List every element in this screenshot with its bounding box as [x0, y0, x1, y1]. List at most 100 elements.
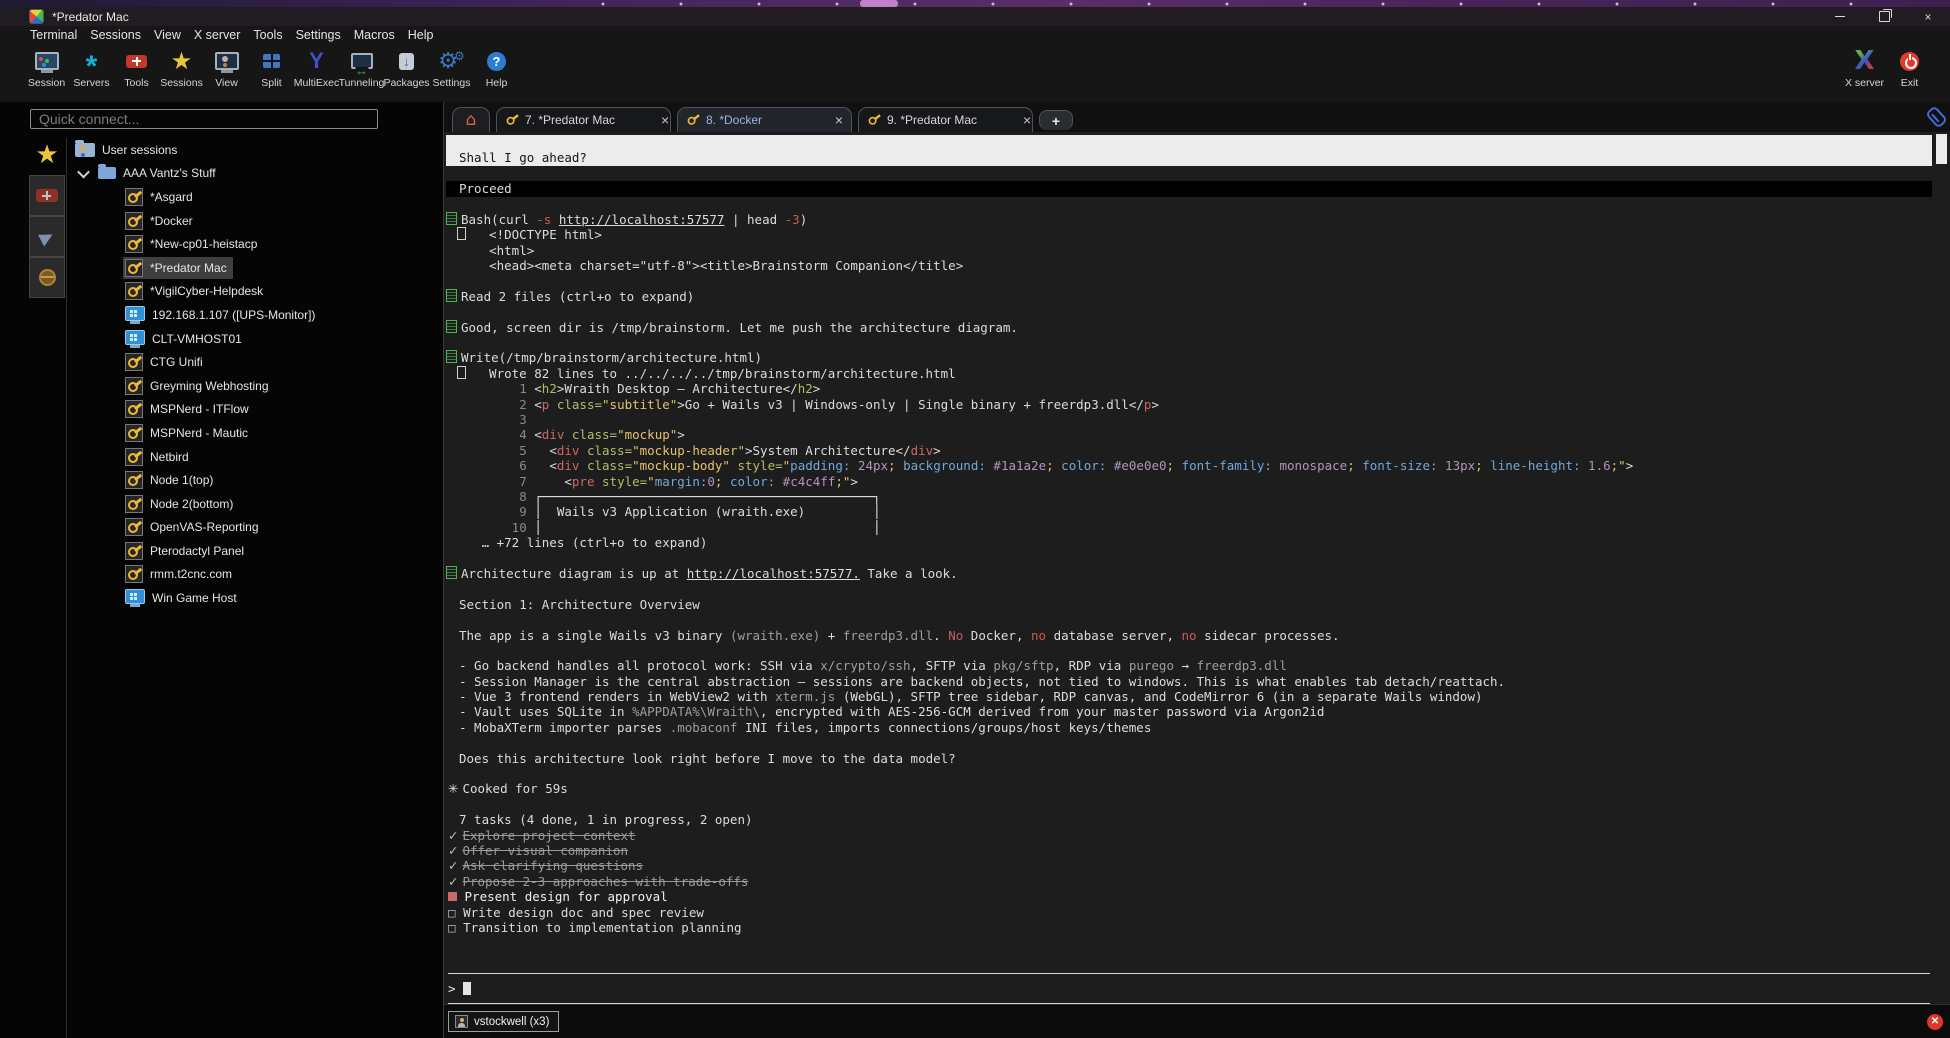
toolbar-button-multiexec[interactable]: YMultiExec: [294, 43, 339, 89]
toolbar-label: Exit: [1901, 77, 1919, 89]
toolbar-button-view[interactable]: View: [204, 43, 249, 89]
chevron-down-icon[interactable]: [77, 166, 90, 179]
rail-button-remote[interactable]: [29, 257, 65, 298]
tab-label: 9. *Predator Mac: [887, 113, 977, 127]
tree-item--docker[interactable]: *Docker: [69, 209, 441, 233]
tree-item-node-1-top-[interactable]: Node 1(top): [69, 468, 441, 492]
terminal-line: ✓ Ask clarifying questions: [446, 858, 1932, 873]
rail-button-favorites[interactable]: ★: [29, 134, 65, 175]
tree-item-win-game-host[interactable]: Win Game Host: [69, 586, 441, 610]
tree-item-ctg-unifi[interactable]: CTG Unifi: [69, 350, 441, 374]
terminal-line: Does this architecture look right before…: [446, 751, 1932, 766]
tree-item--vigilcyber-helpdesk[interactable]: *VigilCyber-Helpdesk: [69, 280, 441, 304]
minimize-icon: [1835, 16, 1845, 18]
minimize-button[interactable]: [1818, 7, 1862, 26]
maximize-button[interactable]: [1862, 7, 1906, 26]
new-tab-button[interactable]: +: [1039, 110, 1073, 130]
toolbar-button-exit[interactable]: Exit: [1887, 43, 1932, 89]
menu-item-view[interactable]: View: [154, 28, 181, 42]
scrollbar-thumb[interactable]: [1936, 134, 1947, 164]
multiexec-icon: Y: [309, 48, 324, 74]
terminal-line: [446, 643, 1932, 658]
missing-glyph-box: [457, 227, 466, 240]
tree-item-greyming-webhosting[interactable]: Greyming Webhosting: [69, 374, 441, 398]
tab-close-icon[interactable]: ×: [1023, 112, 1031, 128]
key-icon: [125, 259, 143, 277]
quick-connect-input[interactable]: [30, 109, 378, 129]
toolbar-label: Tools: [124, 77, 149, 89]
help-icon: ?: [487, 52, 506, 71]
terminal-line: 3: [446, 412, 1932, 427]
terminal-line: [446, 335, 1932, 350]
terminal-line: 9 │ Wails v3 Application (wraith.exe) │: [446, 504, 1932, 519]
terminal-line: - Go backend handles all protocol work: …: [446, 658, 1932, 673]
key-icon: [125, 235, 143, 253]
toolbar-button-sessions[interactable]: ★Sessions: [159, 43, 204, 89]
terminal-line: Read 2 files (ctrl+o to expand): [446, 289, 1932, 304]
menu-item-tools[interactable]: Tools: [253, 28, 282, 42]
terminal-line: ✓ Explore project context: [446, 828, 1932, 843]
menu-item-help[interactable]: Help: [408, 28, 434, 42]
tab-9-predator-mac[interactable]: 9. *Predator Mac ×: [858, 107, 1033, 132]
monitor-icon: [125, 306, 145, 321]
rail-button-sftp[interactable]: ▶: [29, 216, 65, 257]
tab-close-icon[interactable]: ×: [661, 112, 669, 128]
menu-item-macros[interactable]: Macros: [354, 28, 395, 42]
key-icon: [125, 282, 143, 300]
terminal-line: 8 ┌─────────────────────────────────────…: [446, 489, 1932, 504]
mobaxterm-window: *Predator Mac × TerminalSessionsViewX se…: [0, 0, 1950, 1038]
tree-item--asgard[interactable]: *Asgard: [69, 185, 441, 209]
toolbar-button-settings[interactable]: ⚙⚙Settings: [429, 43, 474, 89]
terminal-line: 4 <div class="mockup">: [446, 427, 1932, 442]
tree-item-user-sessions[interactable]: User sessions: [69, 138, 441, 162]
menu-item-settings[interactable]: Settings: [296, 28, 341, 42]
tab-home[interactable]: ⌂: [452, 107, 490, 132]
rail-button-tools[interactable]: [29, 175, 65, 216]
tree-item--new-cp01-heistacp[interactable]: *New-cp01-heistacp: [69, 232, 441, 256]
toolbar-button-x-server[interactable]: XX server: [1842, 43, 1887, 89]
tree-item-openvas-reporting[interactable]: OpenVAS-Reporting: [69, 516, 441, 540]
tool-marker-icon: [446, 566, 457, 579]
terminal-line: [446, 612, 1932, 627]
menu-item-x-server[interactable]: X server: [194, 28, 241, 42]
tree-item-netbird[interactable]: Netbird: [69, 445, 441, 469]
tree-item-label: OpenVAS-Reporting: [150, 520, 259, 534]
tree-item-mspnerd-mautic[interactable]: MSPNerd - Mautic: [69, 421, 441, 445]
terminal-line: 7 tasks (4 done, 1 in progress, 2 open): [446, 812, 1932, 827]
tree-item-clt-vmhost01[interactable]: CLT-VMHOST01: [69, 327, 441, 351]
terminal-line: □ Transition to implementation planning: [446, 920, 1932, 935]
terminal-line: [446, 197, 1932, 212]
terminal-line: 1 <h2>Wraith Desktop — Architecture</h2>: [446, 381, 1932, 396]
terminal-line: [446, 581, 1932, 596]
key-icon: [125, 495, 143, 513]
menu-item-terminal[interactable]: Terminal: [30, 28, 77, 42]
toolbar-button-tunneling[interactable]: ↔Tunneling: [339, 43, 384, 89]
terminal-screen[interactable]: Shall I go ahead?ProceedBash(curl -s htt…: [444, 132, 1950, 1005]
tree-item-rmm-t2cnc-com[interactable]: rmm.t2cnc.com: [69, 563, 441, 587]
exit-power-icon: [1900, 52, 1919, 71]
toolbar-button-packages[interactable]: ↓Packages: [384, 43, 429, 89]
key-icon: [125, 212, 143, 230]
tree-item-mspnerd-itflow[interactable]: MSPNerd - ITFlow: [69, 398, 441, 422]
toolbar-button-tools[interactable]: Tools: [114, 43, 159, 89]
tree-item-aaa-vantz-s-stuff[interactable]: AAA Vantz's Stuff: [69, 162, 441, 186]
tab-7-predator-mac[interactable]: 7. *Predator Mac×: [496, 107, 671, 132]
tree-item-node-2-bottom-[interactable]: Node 2(bottom): [69, 492, 441, 516]
notification-close-button[interactable]: ✕: [1927, 1014, 1943, 1030]
folder-icon: [98, 167, 116, 179]
tree-item--predator-mac[interactable]: *Predator Mac: [69, 256, 441, 280]
toolbar-button-servers[interactable]: *Servers: [69, 43, 114, 89]
menu-item-sessions[interactable]: Sessions: [90, 28, 141, 42]
tool-marker-icon: [446, 350, 457, 363]
toolbar-button-session[interactable]: Session: [24, 43, 69, 89]
globe-icon: [39, 269, 56, 286]
close-button[interactable]: ×: [1906, 7, 1950, 26]
tab-close-icon[interactable]: ×: [835, 112, 843, 128]
toolbar-button-split[interactable]: Split: [249, 43, 294, 89]
tree-item-pterodactyl-panel[interactable]: Pterodactyl Panel: [69, 539, 441, 563]
user-session-button[interactable]: vstockwell (x3): [448, 1011, 559, 1032]
tab-8-docker[interactable]: 8. *Docker×: [677, 107, 852, 132]
toolbar-button-help[interactable]: ?Help: [474, 43, 519, 89]
tunnel-arrows-icon: ↔: [355, 67, 368, 75]
tree-item-192-168-1-107-ups-monitor-[interactable]: 192.168.1.107 ([UPS-Monitor]): [69, 303, 441, 327]
